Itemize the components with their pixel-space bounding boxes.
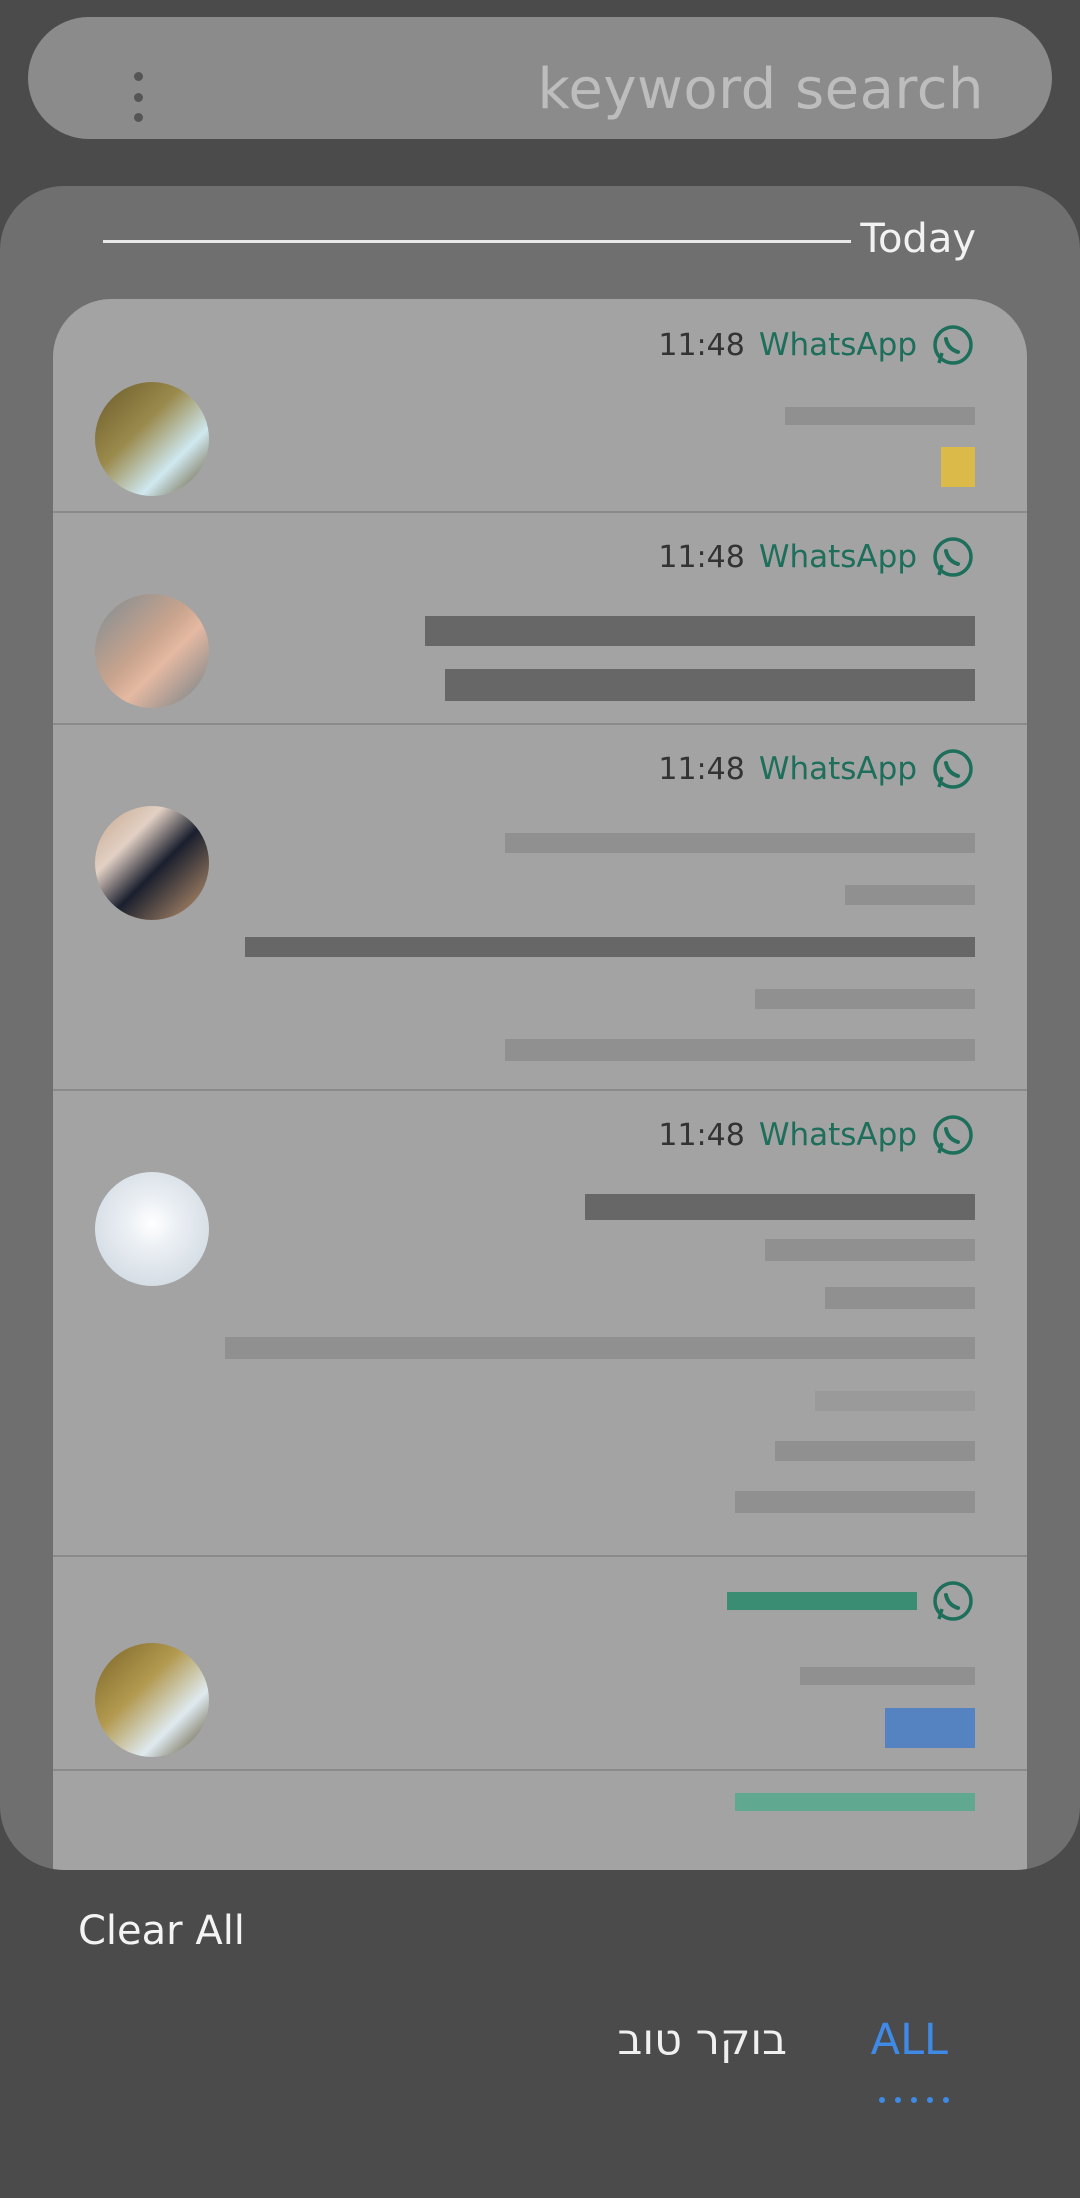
message-preview-redacted <box>845 885 975 905</box>
notification-item[interactable] <box>53 1769 1027 1870</box>
message-preview-redacted <box>800 1667 975 1685</box>
clear-all-button[interactable]: Clear All <box>78 1908 245 1954</box>
search-bar[interactable]: keyword search <box>28 17 1052 139</box>
message-preview-redacted <box>505 833 975 853</box>
message-preview-redacted <box>815 1391 975 1411</box>
notification-item[interactable]: 11:48 WhatsApp <box>53 1089 1027 1557</box>
search-input[interactable]: keyword search <box>538 57 985 122</box>
message-preview-redacted <box>225 1337 975 1359</box>
message-preview-redacted <box>445 669 975 701</box>
section-divider <box>103 240 851 243</box>
notification-item[interactable]: 11:48 WhatsApp <box>53 299 1027 513</box>
section-label-today: Today <box>860 216 976 262</box>
notification-app-name: WhatsApp <box>758 1117 917 1153</box>
avatar[interactable] <box>95 594 209 708</box>
notification-header <box>735 1793 975 1811</box>
notification-panel: Today 11:48 WhatsApp 11:48 WhatsApp 11:4… <box>0 186 1080 1870</box>
whatsapp-icon <box>933 537 973 577</box>
message-preview-redacted <box>755 989 975 1009</box>
tab-good-morning[interactable]: בוקר טוב <box>618 2015 787 2065</box>
notification-header: 11:48 WhatsApp <box>658 323 975 367</box>
message-preview-redacted <box>765 1239 975 1261</box>
message-preview-redacted <box>785 407 975 425</box>
tab-all[interactable]: ALL <box>871 2015 948 2065</box>
notification-time: 11:48 <box>658 539 745 575</box>
avatar[interactable] <box>95 806 209 920</box>
message-preview-redacted <box>245 937 975 957</box>
avatar[interactable] <box>95 1172 209 1286</box>
header-redacted <box>735 1793 975 1811</box>
notification-item[interactable]: 11:48 WhatsApp <box>53 723 1027 1091</box>
notification-app-name: WhatsApp <box>758 751 917 787</box>
notification-item[interactable]: 11:48 WhatsApp <box>53 511 1027 725</box>
notification-header <box>727 1579 975 1623</box>
tab-all-indicator <box>879 2097 949 2103</box>
filter-tabs: בוקר טוב ALL <box>0 2015 1080 2103</box>
emoji-redacted <box>941 447 975 487</box>
notification-header: 11:48 WhatsApp <box>658 747 975 791</box>
notification-time: 11:48 <box>658 751 745 787</box>
message-preview-redacted <box>735 1491 975 1513</box>
emoji-redacted <box>885 1708 975 1748</box>
notification-app-name: WhatsApp <box>758 327 917 363</box>
avatar[interactable] <box>95 382 209 496</box>
whatsapp-icon <box>933 1115 973 1155</box>
whatsapp-icon <box>933 749 973 789</box>
notification-app-name: WhatsApp <box>758 539 917 575</box>
message-preview-redacted <box>825 1287 975 1309</box>
notification-item[interactable] <box>53 1555 1027 1771</box>
message-preview-redacted <box>505 1039 975 1061</box>
message-preview-redacted <box>585 1194 975 1220</box>
avatar[interactable] <box>95 1643 209 1757</box>
notification-header: 11:48 WhatsApp <box>658 1113 975 1157</box>
more-vert-icon[interactable] <box>131 72 145 122</box>
notification-time: 11:48 <box>658 1117 745 1153</box>
message-preview-redacted <box>775 1441 975 1461</box>
notification-header: 11:48 WhatsApp <box>658 535 975 579</box>
whatsapp-icon <box>933 325 973 365</box>
header-redacted <box>727 1592 917 1610</box>
message-preview-redacted <box>425 616 975 646</box>
notification-time: 11:48 <box>658 327 745 363</box>
whatsapp-icon <box>933 1581 973 1621</box>
notification-list[interactable]: 11:48 WhatsApp 11:48 WhatsApp 11:48 What… <box>53 299 1027 1870</box>
